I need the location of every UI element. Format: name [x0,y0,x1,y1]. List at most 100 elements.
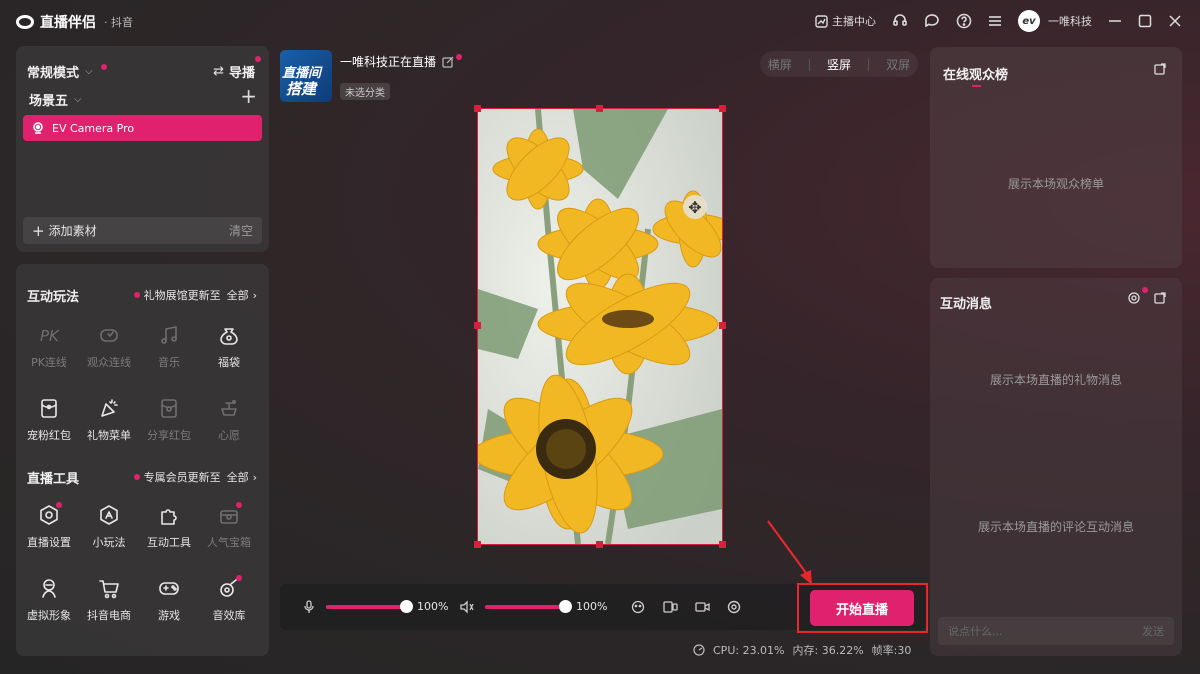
stream-cover[interactable]: 直播间 搭建 [280,50,332,102]
comment-input[interactable]: 说点什么... [948,623,1003,639]
mini-game-icon [100,505,118,525]
gift-messages-empty: 展示本场直播的礼物消息 [989,373,1122,387]
feature-gamepad[interactable]: 游戏 [140,575,198,623]
source-item-ev-camera[interactable]: EV Camera Pro [23,115,262,141]
resize-handle[interactable] [596,105,603,112]
resize-handle[interactable] [474,541,481,548]
feature-cart[interactable]: 抖音电商 [80,575,138,623]
tab-portrait[interactable]: 竖屏 [827,56,851,73]
svg-text:PK: PK [40,327,60,345]
interactive-title: 互动玩法 [27,290,80,305]
feature-red-packet[interactable]: 宠粉红包 [20,395,78,443]
speaker-icon[interactable] [460,600,474,614]
audience-title: 在线观众榜 [943,68,1009,83]
red-packet-icon [41,399,57,418]
video-icon[interactable] [695,600,710,614]
user-profile[interactable]: ev 一唯科技 [1018,10,1092,32]
add-source-button[interactable]: + 添加素材 [32,222,97,240]
comment-input-bar: 说点什么... 发送 [938,617,1174,645]
category-tag[interactable]: 未选分类 [340,83,390,100]
feature-label: 观众连线 [87,356,131,369]
feature-puzzle[interactable]: 互动工具 [140,502,198,550]
start-live-button[interactable]: 开始直播 [810,590,914,626]
orientation-toggle: 横屏 | 竖屏 | 双屏 [760,51,918,77]
add-scene-icon[interactable]: + [240,86,257,106]
resize-handle[interactable] [719,541,726,548]
feature-label: 人气宝箱 [207,536,251,549]
switch-icon: ⇄ [213,64,224,79]
feature-music[interactable]: 音乐 [140,322,198,370]
interactive-more-link[interactable]: 礼物展馆更新至 全部 › [133,287,257,303]
notification-dot [133,292,140,298]
resize-handle[interactable] [474,105,481,112]
menu-icon[interactable] [988,14,1002,28]
minimize-icon[interactable] [1108,14,1122,28]
cpu-stat: CPU: 23.01% [713,643,785,657]
feature-share-packet[interactable]: 分享红包 [140,395,198,443]
music-icon [161,326,177,344]
settings-icon[interactable] [1128,292,1140,304]
tab-dual[interactable]: 双屏 [886,56,910,73]
feature-mini-game[interactable]: 小玩法 [80,502,138,550]
chevron-down-icon: ⌵ [85,66,93,77]
feature-audience-link[interactable]: 观众连线 [80,322,138,370]
mic-volume-slider[interactable] [326,600,413,613]
feature-avatar-figure[interactable]: 虚拟形象 [20,575,78,623]
chevron-down-icon: ⌵ [74,94,82,105]
feature-pk[interactable]: PK PK连线 [20,322,78,370]
settings-icon[interactable] [727,600,741,614]
feature-treasure-box[interactable]: 人气宝箱 [200,502,258,550]
resize-handle[interactable] [474,322,481,329]
pk-icon: PK [40,327,60,345]
microphone-icon[interactable] [304,600,314,614]
audience-panel: 在线观众榜 展示本场观众榜单 [930,47,1182,268]
send-button[interactable]: 发送 [1142,623,1164,639]
close-icon[interactable] [1168,14,1182,28]
speaker-volume-slider[interactable] [485,600,572,613]
feature-label: 心愿 [218,429,240,442]
feature-label: 音效库 [212,609,246,622]
avatar-figure-icon [42,579,56,598]
notification-dot [56,502,62,508]
feature-label: 直播设置 [27,536,71,549]
feature-live-settings[interactable]: 直播设置 [20,502,78,550]
feature-gift-menu[interactable]: 礼物菜单 [80,395,138,443]
mic-volume-value: 100% [417,600,449,613]
feature-label: 游戏 [158,609,180,622]
beauty-icon[interactable] [631,600,645,614]
fps-stat: 帧率:30 [871,644,912,657]
clear-button[interactable]: 清空 [229,222,253,239]
anchor-center-button[interactable]: 主播中心 [815,13,876,29]
audience-link-icon [100,329,118,342]
chat-bubble-icon[interactable] [924,13,940,29]
resize-handle[interactable] [719,322,726,329]
cart-icon [99,580,119,599]
logo-icon [16,15,34,29]
feature-wish[interactable]: 心愿 [200,395,258,443]
camera-preview-image [478,109,722,544]
tab-landscape[interactable]: 横屏 [768,56,792,73]
popout-icon[interactable] [1154,292,1166,304]
popout-icon[interactable] [1154,63,1166,75]
edit-icon[interactable] [442,56,454,68]
feature-sound-effect[interactable]: 音效库 [200,575,258,623]
maximize-icon[interactable] [1138,14,1152,28]
guide-button[interactable]: ⇄ 导播 [213,56,261,81]
speaker-slider-knob[interactable] [559,600,572,613]
support-icon[interactable] [892,13,908,29]
tools-more-link[interactable]: 专属会员更新至 全部 › [133,469,257,485]
tab-underline [972,85,981,87]
resize-handle[interactable] [719,105,726,112]
feature-label: 虚拟形象 [27,609,71,622]
gift-menu-icon [101,399,118,417]
resize-handle[interactable] [596,541,603,548]
mic-slider-knob[interactable] [400,600,413,613]
scene-selector[interactable]: 场景五 ⌵ [29,90,82,109]
help-icon[interactable] [956,13,972,29]
tools-title: 直播工具 [27,472,80,487]
feature-lucky-bag[interactable]: 福袋 [200,322,258,370]
feature-label: 宠粉红包 [27,429,71,442]
mode-selector[interactable]: 常规模式 ⌵ [27,62,107,81]
preview-frame[interactable]: ✥ [477,108,723,545]
screen-mirror-icon[interactable] [663,600,678,614]
